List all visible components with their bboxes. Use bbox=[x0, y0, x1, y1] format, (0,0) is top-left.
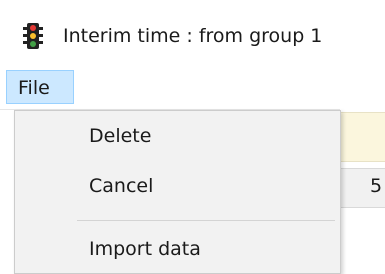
menu-item-delete-label: Delete bbox=[89, 125, 152, 147]
traffic-light-icon bbox=[23, 23, 43, 49]
menu-item-delete[interactable]: Delete bbox=[15, 118, 340, 156]
menu-separator bbox=[77, 220, 335, 221]
menu-file[interactable]: File bbox=[6, 70, 74, 104]
table-cell[interactable]: 5 bbox=[340, 168, 385, 208]
menu-file-label: File bbox=[18, 77, 50, 99]
menu-item-import-data[interactable]: Import data bbox=[15, 231, 340, 269]
menu-bar: File bbox=[0, 66, 385, 110]
menu-item-import-data-label: Import data bbox=[89, 238, 201, 260]
window-title: Interim time : from group 1 bbox=[63, 25, 323, 47]
menu-item-cancel[interactable]: Cancel bbox=[15, 168, 340, 206]
table-header bbox=[340, 112, 385, 162]
menu-item-cancel-label: Cancel bbox=[89, 175, 154, 197]
title-bar: Interim time : from group 1 bbox=[0, 0, 385, 66]
application-window: Interim time : from group 1 File 5 Delet… bbox=[0, 0, 385, 274]
file-dropdown-menu: Delete Cancel Import data bbox=[14, 110, 341, 274]
table-cell-value: 5 bbox=[370, 175, 383, 197]
